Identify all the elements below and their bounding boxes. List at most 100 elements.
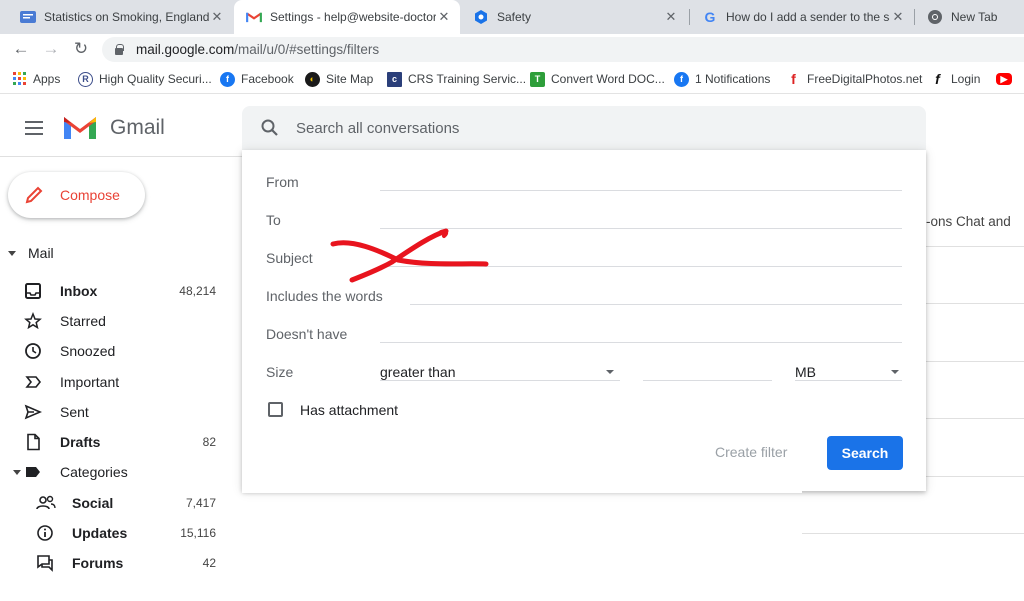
label-icon xyxy=(24,463,44,481)
google-icon: G xyxy=(704,9,716,25)
inbox-icon xyxy=(24,282,44,300)
address-bar[interactable]: mail.google.com/mail/u/0/#settings/filte… xyxy=(102,37,1024,62)
sidebar-item-label: Inbox xyxy=(60,283,98,299)
browser-tab[interactable]: Statistics on Smoking, England 20 ✕ xyxy=(8,0,233,34)
from-field[interactable] xyxy=(380,190,902,191)
to-label: To xyxy=(266,212,281,228)
bookmark-item[interactable]: R High Quality Securi... xyxy=(78,70,212,88)
bookmark-label: FreeDigitalPhotos.net xyxy=(807,72,923,86)
tab-title: Settings - help@website-doctor.c xyxy=(270,10,436,24)
close-tab-icon[interactable]: ✕ xyxy=(436,9,452,25)
reload-icon[interactable]: ↻ xyxy=(70,38,92,60)
compose-label: Compose xyxy=(60,187,120,203)
size-operator-select[interactable]: greater than xyxy=(380,364,456,380)
bookmark-item[interactable]: f Facebook xyxy=(220,70,294,88)
mail-section-header[interactable]: Mail xyxy=(8,245,54,261)
divider xyxy=(802,533,1024,534)
bookmark-label: 1 Notifications xyxy=(695,72,771,86)
close-tab-icon[interactable]: ✕ xyxy=(663,9,679,25)
bookmark-item[interactable]: c CRS Training Servic... xyxy=(387,70,526,88)
create-filter-button[interactable]: Create filter xyxy=(715,444,787,460)
divider xyxy=(926,361,1024,362)
close-tab-icon[interactable]: ✕ xyxy=(209,9,225,25)
apps-grid-icon xyxy=(12,72,27,87)
sidebar-item-updates[interactable]: Updates 15,116 xyxy=(0,520,232,546)
back-arrow-icon[interactable]: ← xyxy=(10,38,32,60)
bookmark-item[interactable]: f Login xyxy=(930,70,980,88)
facebook-icon: f xyxy=(220,71,235,87)
search-button[interactable]: Search xyxy=(827,436,903,470)
caret-down-icon xyxy=(8,250,16,256)
divider xyxy=(926,246,1024,247)
sidebar-item-count: 82 xyxy=(202,435,216,449)
sidebar-item-social[interactable]: Social 7,417 xyxy=(0,490,232,516)
dropdown-arrow-icon[interactable] xyxy=(606,370,614,374)
has-attachment-checkbox[interactable] xyxy=(268,402,283,417)
gmail-icon xyxy=(246,9,262,25)
f-black-icon: f xyxy=(935,71,940,87)
youtube-bookmark[interactable]: ▶ xyxy=(996,70,1018,88)
send-icon xyxy=(24,403,44,421)
bookmark-item[interactable]: f 1 Notifications xyxy=(674,70,770,88)
from-label: From xyxy=(266,174,299,190)
browser-tab[interactable]: G How do I add a sender to the saf ✕ xyxy=(690,0,914,34)
main-menu-icon[interactable] xyxy=(25,121,43,135)
forward-arrow-icon[interactable]: → xyxy=(40,38,62,60)
bookmark-label: Facebook xyxy=(241,72,294,86)
sidebar-item-label: Starred xyxy=(60,313,106,329)
search-bar[interactable]: Search all conversations xyxy=(242,106,926,150)
gmail-logo-icon[interactable] xyxy=(62,113,98,141)
bookmark-item[interactable]: T Convert Word DOC... xyxy=(530,70,665,88)
includes-words-field[interactable] xyxy=(410,304,902,305)
divider xyxy=(926,476,1024,477)
search-filter-panel xyxy=(242,150,926,491)
browser-tab[interactable]: New Tab xyxy=(915,0,1024,34)
close-tab-icon[interactable]: ✕ xyxy=(890,9,906,25)
url-domain: mail.google.com xyxy=(136,42,235,57)
sidebar-item-count: 48,214 xyxy=(179,284,216,298)
browser-tab[interactable]: Safety ✕ xyxy=(461,0,687,34)
star-icon xyxy=(24,311,44,330)
bookmark-item[interactable]: f FreeDigitalPhotos.net xyxy=(786,70,922,88)
bookmark-label: Convert Word DOC... xyxy=(551,72,665,86)
header-divider xyxy=(0,156,242,157)
tab-title: New Tab xyxy=(951,10,998,24)
size-value-field[interactable] xyxy=(643,380,772,381)
search-icon[interactable] xyxy=(260,118,280,138)
sidebar-item-label: Sent xyxy=(60,404,89,420)
sidebar-item-drafts[interactable]: Drafts 82 xyxy=(0,429,232,455)
to-field[interactable] xyxy=(380,228,902,229)
sidebar-item-snoozed[interactable]: Snoozed xyxy=(0,338,232,364)
sidebar-item-inbox[interactable]: Inbox 48,214 xyxy=(0,278,232,304)
subject-field[interactable] xyxy=(380,266,902,267)
tab-title: How do I add a sender to the saf xyxy=(726,10,890,24)
size-operator-underline xyxy=(380,380,620,381)
bookmark-label: High Quality Securi... xyxy=(99,72,212,86)
sidebar-item-important[interactable]: Important xyxy=(0,369,232,395)
includes-words-label: Includes the words xyxy=(266,288,383,304)
sidebar-item-count: 42 xyxy=(202,556,216,570)
gov-uk-icon xyxy=(20,9,36,25)
size-unit-select[interactable]: MB xyxy=(795,364,816,380)
bookmark-label: Site Map xyxy=(326,72,374,86)
bookmark-label: Apps xyxy=(33,72,61,86)
sidebar-item-starred[interactable]: Starred xyxy=(0,308,232,334)
browser-tab-active[interactable]: Settings - help@website-doctor.c ✕ xyxy=(234,0,460,34)
forum-icon xyxy=(36,554,56,572)
bookmark-apps[interactable]: Apps xyxy=(12,70,60,88)
sidebar-item-count: 15,116 xyxy=(180,526,216,540)
dropdown-arrow-icon[interactable] xyxy=(891,370,899,374)
bookmark-item[interactable]: ◐ Site Map xyxy=(305,70,373,88)
chrome-icon xyxy=(927,9,943,25)
doesnt-have-field[interactable] xyxy=(380,342,902,343)
pencil-icon xyxy=(24,185,44,205)
sidebar-item-categories[interactable]: Categories xyxy=(0,459,232,485)
sidebar-item-sent[interactable]: Sent xyxy=(0,399,232,425)
youtube-icon: ▶ xyxy=(996,73,1012,85)
sidebar-item-forums[interactable]: Forums 42 xyxy=(0,550,232,576)
caret-down-icon xyxy=(13,470,21,475)
settings-tabs-partial[interactable]: -ons Chat and xyxy=(926,214,1011,229)
crs-icon: c xyxy=(387,71,402,87)
sidebar-item-label: Categories xyxy=(60,464,128,480)
compose-button[interactable]: Compose xyxy=(8,172,145,218)
